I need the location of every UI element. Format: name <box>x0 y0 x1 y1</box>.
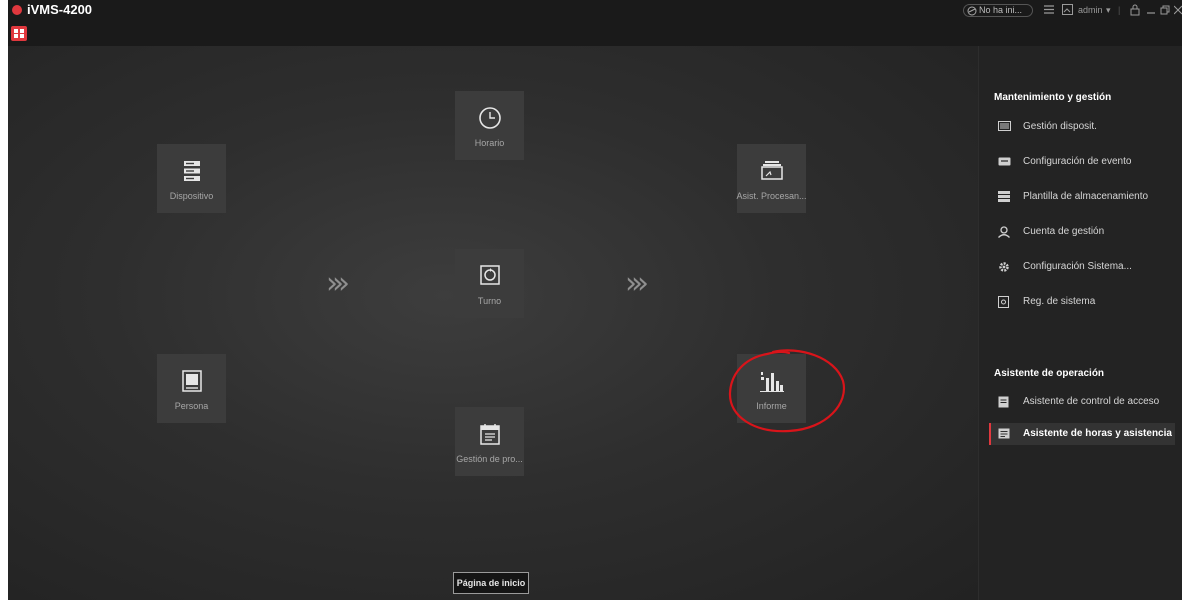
separator: | <box>1118 5 1121 15</box>
account-icon <box>998 226 1010 238</box>
tile-horario[interactable]: Horario <box>455 91 524 160</box>
chevron-down-icon[interactable]: ▾ <box>1106 5 1111 16</box>
event-config-icon <box>998 157 1011 166</box>
flow-arrow-right: ››› <box>625 266 649 301</box>
processing-icon <box>760 161 783 180</box>
assistant-section-title: Asistente de operación <box>994 368 1105 379</box>
tile-label: Persona <box>174 401 209 411</box>
person-card-icon <box>181 370 202 392</box>
menu-item-config-evento[interactable]: Configuración de evento <box>989 151 1175 173</box>
report-chart-icon <box>759 372 784 392</box>
menu-item-label: Plantilla de almacenamiento <box>1023 191 1149 202</box>
menu-item-label: Asistente de horas y asistencia <box>1023 428 1172 439</box>
tile-asist-procesamiento[interactable]: Asist. Procesan... <box>736 144 807 213</box>
menu-item-cuenta-gestion[interactable]: Cuenta de gestión <box>989 221 1175 243</box>
menu-item-label: Gestión disposit. <box>1023 121 1097 132</box>
maintenance-section-title: Mantenimiento y gestión <box>994 92 1112 103</box>
clock-icon <box>478 107 501 129</box>
app-title: iVMS-4200 <box>27 2 93 17</box>
app-window: iVMS-4200 No ha ini... admin ▾ | Horario… <box>8 0 1182 600</box>
access-control-icon <box>998 396 1009 408</box>
menu-item-reg-sistema[interactable]: Reg. de sistema <box>989 291 1175 313</box>
menu-item-asistente-control-acceso[interactable]: Asistente de control de acceso <box>989 391 1175 413</box>
main-menu-grid-icon[interactable] <box>11 26 27 41</box>
attendance-flow-canvas: Horario Dispositivo Asist. Procesan... ›… <box>8 46 978 600</box>
tile-dispositivo[interactable]: Dispositivo <box>157 144 226 213</box>
right-side-panel: Mantenimiento y gestión Gestión disposit… <box>978 46 1182 600</box>
device-stack-icon <box>183 161 200 181</box>
gear-icon <box>999 262 1009 272</box>
tile-turno[interactable]: Turno <box>455 249 524 318</box>
menu-item-label: Configuración de evento <box>1023 156 1132 167</box>
user-name[interactable]: admin <box>1078 5 1103 15</box>
menu-item-config-sistema[interactable]: Configuración Sistema... <box>989 256 1175 278</box>
image-icon[interactable] <box>1062 4 1073 15</box>
calendar-list-icon <box>479 424 500 445</box>
menu-item-gestion-disposit[interactable]: Gestión disposit. <box>989 116 1175 138</box>
cloud-icon <box>967 6 977 16</box>
menu-item-label: Cuenta de gestión <box>1023 226 1105 237</box>
shift-icon <box>479 265 500 285</box>
cloud-status-button[interactable]: No ha ini... <box>963 4 1033 17</box>
menu-item-plantilla-almacenamiento[interactable]: Plantilla de almacenamiento <box>989 186 1175 208</box>
close-icon[interactable] <box>1174 4 1182 16</box>
app-logo-icon <box>12 5 22 15</box>
system-log-icon <box>998 296 1009 308</box>
minimize-icon[interactable] <box>1146 4 1156 16</box>
menu-item-label: Reg. de sistema <box>1023 296 1096 307</box>
title-bar: iVMS-4200 No ha ini... admin ▾ | <box>8 0 1182 46</box>
restore-icon[interactable] <box>1160 4 1171 16</box>
menu-item-label: Asistente de control de acceso <box>1023 396 1160 407</box>
device-management-icon <box>998 121 1011 131</box>
tile-label: Turno <box>477 296 502 306</box>
storage-template-icon <box>998 191 1010 202</box>
home-page-button[interactable]: Página de inicio <box>453 572 529 594</box>
tile-label: Gestión de pro... <box>456 454 523 464</box>
menu-item-label: Configuración Sistema... <box>1023 261 1132 272</box>
tile-gestion-procesos[interactable]: Gestión de pro... <box>455 407 524 476</box>
tile-label: Dispositivo <box>169 191 214 201</box>
status-text: No ha ini... <box>979 5 1023 15</box>
attendance-icon <box>998 428 1010 439</box>
tile-informe[interactable]: Informe <box>737 354 806 423</box>
menu-item-asistente-horas-asistencia[interactable]: Asistente de horas y asistencia <box>989 423 1175 445</box>
tile-label: Horario <box>474 138 505 148</box>
flow-arrow-left: ››› <box>326 266 350 301</box>
tile-label: Asist. Procesan... <box>736 191 807 201</box>
list-icon[interactable] <box>1043 4 1055 15</box>
lock-icon[interactable] <box>1130 4 1140 16</box>
tile-persona[interactable]: Persona <box>157 354 226 423</box>
tile-label: Informe <box>756 401 787 411</box>
